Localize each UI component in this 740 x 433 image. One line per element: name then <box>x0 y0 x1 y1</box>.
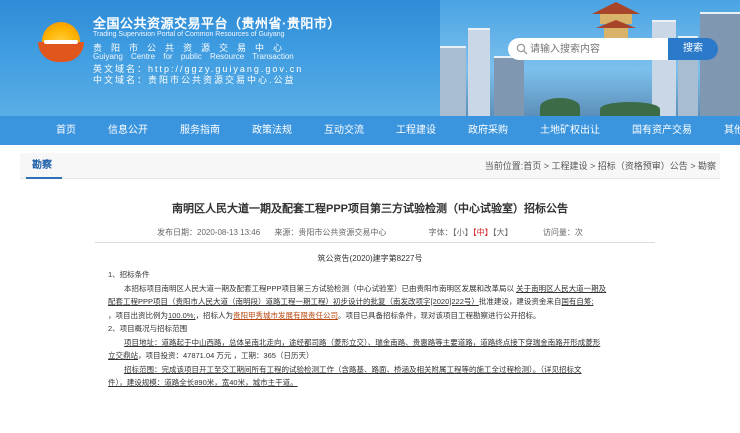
text-run: 批准建设，建设资金来自 <box>478 297 562 306</box>
section-heading: 2、项目概况与招标范围 <box>108 324 188 333</box>
unit-name-en: Guiyang Centre for public Resource Trans… <box>93 52 294 61</box>
nav-item-land[interactable]: 土地矿权出让 <box>524 116 616 145</box>
section-heading: 1、招标条件 <box>108 270 150 279</box>
text-run: 件），建设规模：道路全长890米，宽40米，城市主干道。 <box>108 378 298 387</box>
text-run: ，项目出资比例为 <box>108 310 168 320</box>
nav-item-other[interactable]: 其他交易 <box>708 116 740 145</box>
nav-item-service[interactable]: 服务指南 <box>164 116 236 145</box>
article-title: 南明区人民大道一期及配套工程PPP项目第三方试验检测（中心试验室）招标公告 <box>171 203 568 215</box>
paragraph: ，项目出资比例为100.0%;，招标人为贵阳甲秀城市发展有限责任公司。项目已具备… <box>108 309 643 323</box>
paragraph: 招标范围：完成该项目开工至交工期间所有工程的试验检测工作（含路基、路面、桥涵及相… <box>108 363 643 377</box>
domain-cn: 中文域名：贵阳市公共资源交易中心.公益 <box>93 75 296 85</box>
text-run: ，项目投资：47871.04 万元 ，工期：365（日历天） <box>138 351 314 360</box>
tree-illustration <box>540 98 580 116</box>
nav-item-policy[interactable]: 政策法规 <box>236 116 308 145</box>
text-run: 立交鼎站 <box>108 351 138 360</box>
font-medium-button[interactable]: 【中】 <box>473 228 493 237</box>
site-title-en: Trading Supervision Portal of Common Res… <box>93 31 285 38</box>
search-button[interactable]: 搜索 <box>668 38 718 60</box>
tree-illustration <box>600 102 660 116</box>
breadcrumb-path[interactable]: 当前位置:首页 > 工程建设 > 招标（资格预审）公告 > 勘察 <box>485 153 716 179</box>
building-illustration <box>700 12 740 116</box>
text-run: 配套工程PPP项目（贵阳市人民大道（南明段）道路工程一期工程）初步设计的批复（南… <box>108 297 479 306</box>
font-small-button[interactable]: 【小】 <box>453 228 473 237</box>
doc-number: 筑公资告(2020)建字第8227号 <box>317 254 423 263</box>
site-header: 全国公共资源交易平台（贵州省·贵阳市） Trading Supervision … <box>0 0 740 116</box>
search-bar: 搜索 <box>508 38 718 60</box>
paragraph: 本招标项目南明区人民大道一期及配套工程PPP项目第三方试验检测（中心试验室）已由… <box>108 282 643 296</box>
nav-item-info[interactable]: 信息公开 <box>92 116 164 145</box>
site-logo[interactable] <box>38 18 84 64</box>
article-source: 来源：贵阳市公共资源交易中心 <box>274 228 387 237</box>
font-large-button[interactable]: 【大】 <box>493 228 513 237</box>
divider <box>95 242 655 243</box>
section-tag-underline <box>26 177 62 179</box>
paragraph: 配套工程PPP项目（贵阳市人民大道（南明段）道路工程一期工程）初步设计的批复（南… <box>108 295 643 309</box>
search-icon <box>516 43 528 55</box>
search-box <box>508 38 668 60</box>
publish-date: 发布日期：2020-08-13 13:46 <box>157 228 261 237</box>
text-run: 招标范围：完成该项目开工至交工期间所有工程的试验检测工作（含路基、路面、桥涵及相… <box>124 364 582 374</box>
nav-item-home[interactable]: 首页 <box>40 116 92 145</box>
paragraph: 项目地址：道路起于中山西路，总体呈南北走向，途经都司路（菱形立交）、瑞金南路、贵… <box>108 336 643 350</box>
article-body: 1、招标条件 本招标项目南明区人民大道一期及配套工程PPP项目第三方试验检测（中… <box>108 268 643 390</box>
text-run: 。项目已具备招标条件，现对该项目工程勘察进行公开招标。 <box>338 310 541 320</box>
nav-item-assets[interactable]: 国有资产交易 <box>616 116 708 145</box>
site-title: 全国公共资源交易平台（贵州省·贵阳市） <box>93 16 341 31</box>
building-illustration <box>652 20 676 116</box>
building-illustration <box>494 56 524 116</box>
nav-item-procurement[interactable]: 政府采购 <box>452 116 524 145</box>
text-run: 项目地址：道路起于中山西路，总体呈南北走向，途经都司路（菱形立交）、瑞金南路、贵… <box>124 337 601 347</box>
breadcrumb: 勘察 当前位置:首页 > 工程建设 > 招标（资格预审）公告 > 勘察 <box>20 153 720 179</box>
article-meta: 发布日期：2020-08-13 13:46 来源：贵阳市公共资源交易中心 字体：… <box>157 227 595 238</box>
nav-item-construction[interactable]: 工程建设 <box>380 116 452 145</box>
building-illustration <box>468 28 490 116</box>
nav-item-interaction[interactable]: 互动交流 <box>308 116 380 145</box>
paragraph: 件），建设规模：道路全长890米，宽40米，城市主干道。 <box>108 376 643 390</box>
text-run: 100.0%; <box>168 310 196 320</box>
text-run: 关于南明区人民大道一期及 <box>516 283 607 293</box>
text-run: 国有自筹; <box>561 297 594 306</box>
section-tag[interactable]: 勘察 <box>32 153 52 179</box>
text-run: ，招标人为 <box>195 310 234 320</box>
search-input[interactable] <box>530 41 664 57</box>
main-nav: 首页 信息公开 服务指南 政策法规 互动交流 工程建设 政府采购 土地矿权出让 … <box>0 116 740 145</box>
paragraph: 立交鼎站，项目投资：47871.04 万元 ，工期：365（日历天） <box>108 349 643 363</box>
text-run: 本招标项目南明区人民大道一期及配套工程PPP项目第三方试验检测（中心试验室）已由… <box>124 283 515 293</box>
visit-count: 访问量：次 <box>542 228 583 237</box>
tenderer-link[interactable]: 贵阳甲秀城市发展有限责任公司 <box>233 311 338 320</box>
font-size-label: 字体： <box>428 228 453 237</box>
building-illustration <box>440 46 466 116</box>
